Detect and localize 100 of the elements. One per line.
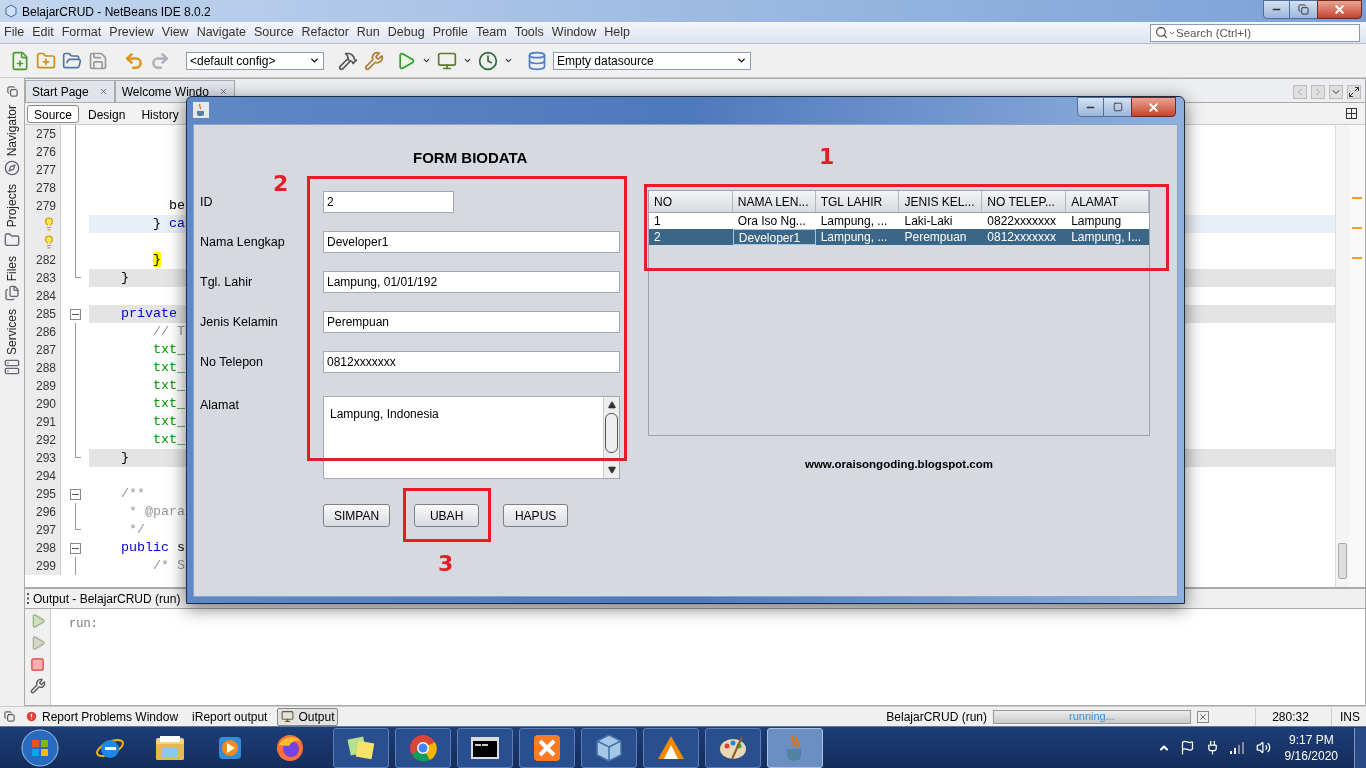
run-icon[interactable] (396, 50, 416, 71)
side-tab[interactable]: Services (3, 309, 21, 356)
panel-icon[interactable] (4, 285, 20, 302)
menu-item[interactable]: Help (600, 23, 634, 42)
scrollbar[interactable] (1335, 125, 1349, 587)
taskbar-button[interactable] (643, 727, 699, 768)
menu-item[interactable]: Refactor (297, 23, 353, 42)
minimize-button[interactable] (1077, 97, 1104, 117)
column-header[interactable]: ALAMAT (1066, 191, 1149, 212)
folder-icon (154, 733, 186, 762)
column-header[interactable]: JENIS KEL... (899, 191, 983, 212)
volume-icon[interactable] (1255, 740, 1271, 755)
menu-item[interactable]: Debug (383, 23, 429, 42)
column-header[interactable]: NO TELEP... (982, 191, 1067, 212)
text-area[interactable]: Lampung, Indonesia (323, 396, 620, 479)
close-icon[interactable] (218, 87, 228, 96)
text-field[interactable]: Perempuan (323, 311, 620, 333)
view-tab[interactable]: Design (81, 104, 133, 123)
caret-icon[interactable] (504, 56, 513, 65)
website-link[interactable]: www.oraisongoding.blogspot.com (804, 456, 993, 474)
panel-tab[interactable]: Output (277, 707, 339, 726)
taskbar-button[interactable] (395, 727, 451, 768)
panel-icon[interactable] (4, 231, 20, 248)
datasource-icon[interactable] (527, 50, 547, 71)
fold-toggle-icon[interactable] (69, 542, 81, 554)
maximize-icon[interactable] (1347, 85, 1361, 99)
caret-icon[interactable] (422, 56, 431, 65)
start-button[interactable] (20, 727, 60, 768)
column-header[interactable]: NO (649, 191, 733, 212)
hammer-icon[interactable] (338, 50, 358, 71)
scroll-thumb[interactable] (605, 413, 618, 453)
taskbar-button[interactable] (519, 727, 575, 768)
flag-icon[interactable] (1179, 740, 1195, 755)
menu-item[interactable]: Navigate (192, 23, 250, 42)
line-number: 277 (35, 162, 56, 179)
panel-tab[interactable]: iReport output (188, 707, 272, 726)
menu-item[interactable]: Run (352, 23, 384, 42)
settings-icon[interactable] (29, 678, 46, 694)
taskbar-button[interactable] (457, 727, 513, 768)
new-file-icon[interactable] (10, 50, 30, 71)
column-header[interactable]: NAMA LEN... (732, 191, 816, 212)
taskbar-button[interactable] (581, 727, 637, 768)
code-text: txt_ (152, 359, 185, 377)
minimize-button[interactable] (1263, 0, 1290, 19)
open-folder-icon[interactable] (62, 50, 82, 71)
menu-item[interactable]: Preview (105, 23, 158, 42)
taskbar-button[interactable] (333, 727, 389, 768)
side-tab[interactable]: Navigator (3, 105, 21, 157)
profile-icon[interactable] (478, 50, 498, 71)
text-field[interactable]: Lampung, 01/01/192 (323, 271, 620, 293)
panel-icon[interactable] (4, 359, 20, 376)
taskbar-button[interactable] (705, 727, 761, 768)
cancel-icon[interactable] (1197, 710, 1209, 723)
maximize-button[interactable] (1104, 97, 1131, 117)
scroll-up-icon[interactable] (607, 401, 616, 409)
show-desktop-button[interactable] (1354, 727, 1366, 768)
restore-window-icon[interactable] (4, 711, 15, 722)
text-field[interactable]: 0812xxxxxxx (323, 351, 620, 373)
menu-item[interactable]: View (157, 23, 193, 42)
menu-item[interactable]: Edit (28, 23, 58, 42)
maximize-button[interactable] (1290, 0, 1317, 19)
drag-handle-icon[interactable] (27, 593, 30, 604)
datasource-dropdown[interactable]: Empty datasource (553, 51, 751, 70)
config-dropdown[interactable]: <default config> (186, 51, 324, 70)
side-tab[interactable]: Projects (3, 184, 21, 228)
form-button[interactable]: SIMPAN (323, 504, 391, 527)
form-button[interactable]: HAPUS (503, 504, 569, 527)
signal-icon[interactable] (1229, 741, 1246, 754)
form-button[interactable]: UBAH (414, 504, 480, 527)
menu-item[interactable]: Team (472, 23, 511, 42)
scroll-down-icon[interactable] (607, 466, 616, 474)
fold-toggle-icon[interactable] (69, 308, 81, 320)
caret-icon[interactable] (463, 56, 472, 65)
table-row[interactable]: 1 Ora Iso Ng... Lampung, ... Laki-Laki 0822xxxxxxx Lampung (649, 213, 1149, 229)
menu-item[interactable]: Source (250, 23, 298, 42)
stop-icon[interactable] (30, 657, 45, 672)
fold-toggle-icon[interactable] (69, 488, 81, 500)
close-button[interactable] (1131, 97, 1176, 117)
panel-icon[interactable] (4, 160, 20, 177)
side-tab[interactable]: Files (3, 255, 21, 282)
text-field[interactable]: Developer1 (323, 231, 620, 253)
text-field[interactable]: 2 (323, 191, 454, 213)
menu-item[interactable]: Format (57, 23, 106, 42)
restore-window-icon[interactable] (6, 86, 18, 97)
menu-item[interactable]: File (0, 23, 29, 42)
close-button[interactable] (1317, 0, 1362, 19)
menu-item[interactable]: Tools (510, 23, 548, 42)
column-header[interactable]: TGL LAHIR (815, 191, 900, 212)
debug-icon[interactable] (437, 50, 457, 71)
table-row[interactable]: 2 Developer1 Lampung, ... Perempuan 0812xxxxxxx Lampung, I... (649, 229, 1149, 245)
panel-tab[interactable]: Report Problems Window (21, 707, 183, 726)
wrench-icon[interactable] (364, 50, 384, 71)
menu-item[interactable]: Window (547, 23, 601, 42)
taskbar-button[interactable] (767, 727, 823, 768)
split-icon[interactable] (1346, 108, 1357, 119)
line-number: 298 (35, 540, 56, 557)
view-tab[interactable]: History (134, 104, 186, 123)
view-tab[interactable]: Source (27, 104, 80, 123)
close-icon[interactable] (98, 87, 108, 96)
menu-item[interactable]: Profile (428, 23, 473, 42)
